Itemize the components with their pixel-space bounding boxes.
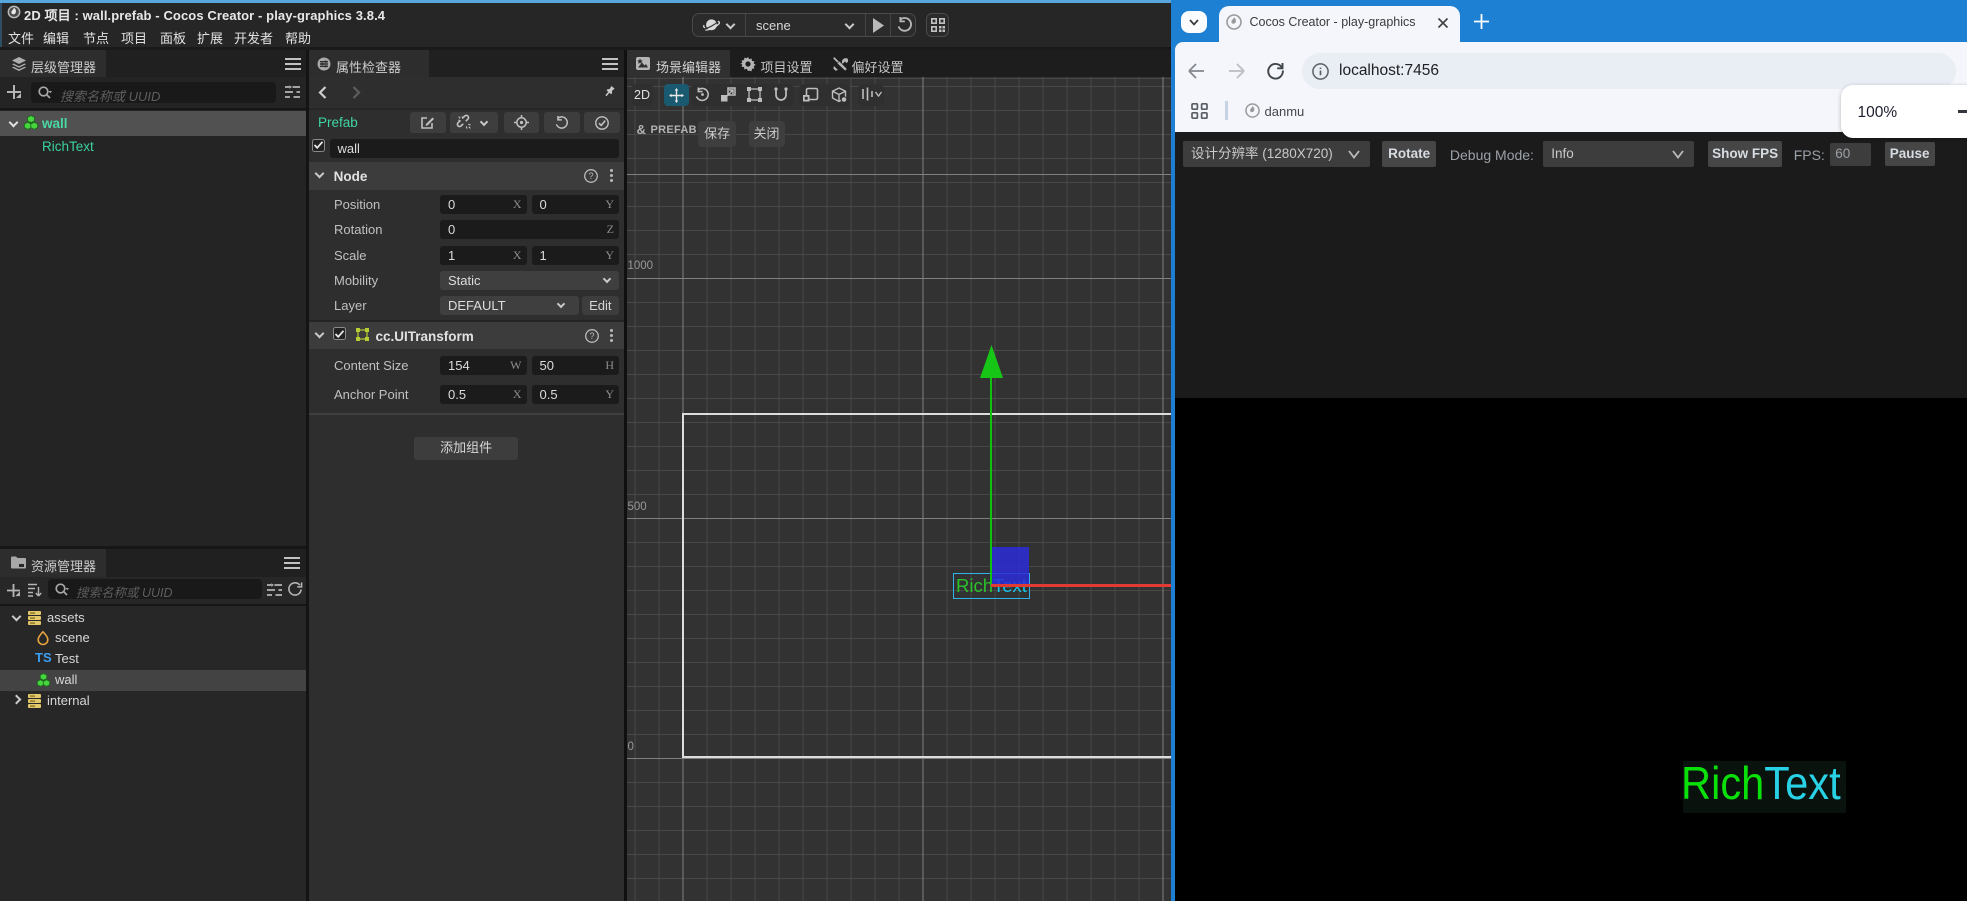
svg-text:?: ?: [589, 331, 594, 341]
svg-text:?: ?: [588, 171, 593, 181]
